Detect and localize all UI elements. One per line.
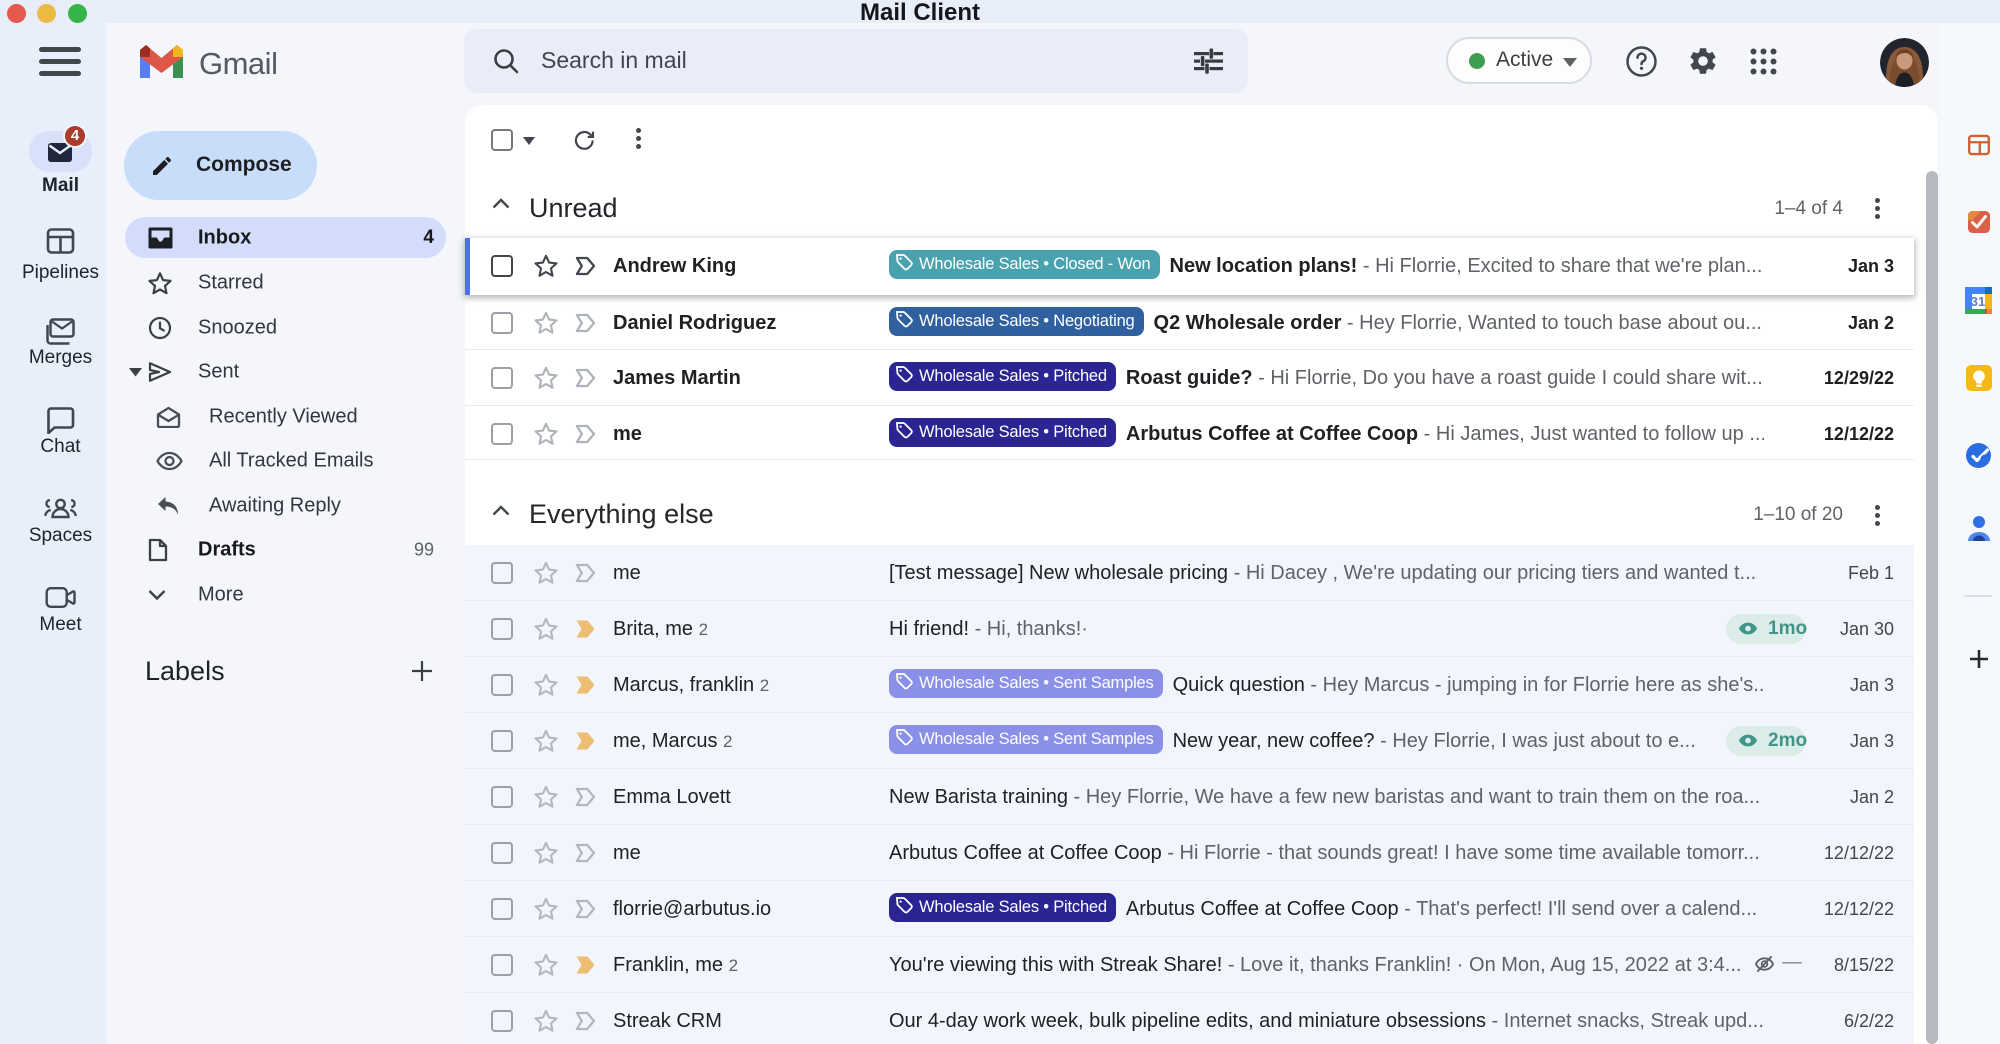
svg-text:31: 31: [1971, 294, 1985, 309]
